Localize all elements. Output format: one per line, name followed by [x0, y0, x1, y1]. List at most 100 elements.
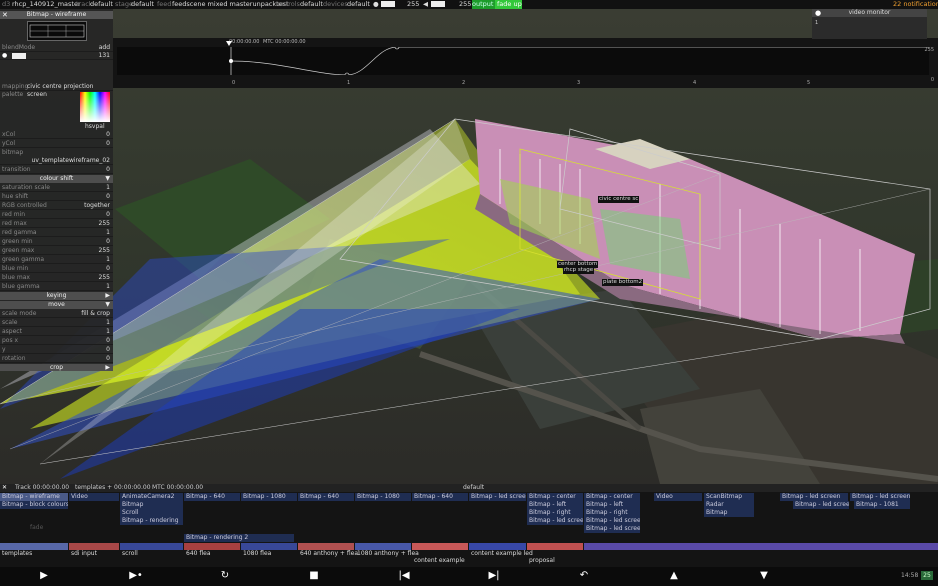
fade-up-button[interactable]: fade up — [495, 0, 522, 9]
devices-value[interactable]: default — [347, 0, 370, 9]
label-rhcp-stage[interactable]: rhcp stage — [563, 267, 595, 274]
clip[interactable]: AnimateCamera2 — [120, 493, 183, 501]
clip[interactable]: Bitmap - right — [584, 509, 640, 517]
clip[interactable]: Bitmap - 1080 — [241, 493, 297, 501]
bulb-icon: ● — [2, 52, 8, 59]
brightness-swatch[interactable] — [381, 1, 395, 7]
param-row[interactable]: hue shift 0 — [0, 193, 113, 201]
clip[interactable]: Bitmap - right — [527, 509, 583, 517]
clip[interactable]: Bitmap - left — [584, 501, 640, 509]
clip[interactable]: Bitmap - block colours — [0, 501, 68, 509]
transition-row[interactable]: transition 0 — [0, 166, 113, 174]
clip[interactable]: Bitmap — [704, 509, 754, 517]
video-monitor[interactable]: video monitor ● 1 — [812, 9, 927, 39]
clip[interactable]: Video — [654, 493, 702, 501]
clip[interactable]: Bitmap - led screen — [793, 501, 849, 509]
palette-swatch[interactable] — [80, 92, 110, 122]
clip[interactable]: Scroll — [120, 509, 183, 517]
param-row[interactable]: pos x0 — [0, 337, 113, 345]
param-row[interactable]: saturation scale 1 — [0, 184, 113, 192]
clip[interactable]: fade — [28, 524, 58, 532]
stop-icon[interactable]: ■ — [308, 570, 320, 582]
play-icon[interactable]: ▶ — [38, 570, 50, 582]
brightness-row[interactable]: ● 131 — [0, 52, 113, 60]
clip[interactable]: Bitmap - led screen — [469, 493, 526, 501]
bitmap-row[interactable]: uv_templatewireframe_02 — [0, 157, 113, 165]
label-plate-bottom2[interactable]: plate bottom2 — [602, 279, 644, 286]
clip[interactable]: Radar — [704, 501, 754, 509]
feed-value[interactable]: feedscene mixed masterunpacktest — [172, 0, 289, 9]
skip-forward-icon[interactable]: ▶| — [487, 570, 501, 582]
clip[interactable]: Bitmap - 1080 — [355, 493, 411, 501]
clip[interactable]: Bitmap - 1081 — [854, 501, 910, 509]
param-row[interactable]: aspect 1 — [0, 328, 113, 336]
clip[interactable]: ScanBitmap — [704, 493, 754, 501]
clip[interactable]: Bitmap - led screen — [584, 517, 640, 525]
stage-value[interactable]: default — [131, 0, 154, 9]
param-row[interactable]: red gamma 1 — [0, 229, 113, 237]
clip[interactable]: Bitmap - led screen — [584, 525, 640, 533]
crop-section[interactable]: crop ▶ — [0, 364, 113, 371]
label-civic-centre[interactable]: civic centre sc — [598, 196, 640, 203]
param-row[interactable]: green min 0 — [0, 238, 113, 246]
video-monitor-title: video monitor — [812, 9, 927, 17]
output-button[interactable]: output — [472, 0, 495, 9]
clip[interactable]: Bitmap - 640 — [412, 493, 468, 501]
project-name[interactable]: rhcp_140912_master — [12, 0, 81, 9]
clip[interactable]: Bitmap - led screen — [850, 493, 910, 501]
param-row[interactable]: red min 0 — [0, 211, 113, 219]
skip-back-icon[interactable]: |◀ — [397, 570, 411, 582]
track-value[interactable]: default — [90, 0, 113, 9]
close-icon[interactable]: ✕ — [2, 484, 7, 492]
clip[interactable]: Bitmap - led screen — [527, 517, 583, 525]
clip[interactable]: Bitmap - 640 — [298, 493, 354, 501]
clip[interactable]: Bitmap - rendering 2 — [184, 534, 294, 542]
loop-icon[interactable]: ↻ — [217, 570, 233, 582]
play-section-icon[interactable]: ▶• — [128, 570, 144, 582]
param-row[interactable]: red max 255 — [0, 220, 113, 228]
param-row[interactable]: blue max 255 — [0, 274, 113, 282]
param-row[interactable]: blue min 0 — [0, 265, 113, 273]
playhead-marker[interactable] — [226, 41, 232, 46]
up-arrow-icon[interactable]: ▲ — [668, 570, 680, 582]
clip[interactable]: Bitmap - center — [584, 493, 640, 501]
param-row[interactable]: green max 255 — [0, 247, 113, 255]
param-row[interactable]: RGB controlled together — [0, 202, 113, 210]
param-row[interactable]: blue gamma 1 — [0, 283, 113, 291]
param-row[interactable]: scale 1 — [0, 319, 113, 327]
clip[interactable]: Bitmap - 640 — [184, 493, 240, 501]
colour-shift-section[interactable]: colour shift ▼ — [0, 175, 113, 183]
undo-icon[interactable]: ↶ — [578, 570, 590, 582]
section-lane[interactable] — [0, 543, 938, 550]
brightness-swatch[interactable] — [12, 53, 26, 59]
param-row[interactable]: rotation 0 — [0, 355, 113, 363]
notifications-indicator[interactable]: 22 notifications — [893, 0, 938, 9]
clip[interactable]: Bitmap - rendering — [120, 517, 183, 525]
move-section[interactable]: move ▼ — [0, 301, 113, 309]
close-icon[interactable]: ✕ — [2, 11, 8, 19]
curve-timecode: 00:00:00.00 — [229, 39, 260, 45]
clip[interactable]: Bitmap - left — [527, 501, 583, 509]
down-arrow-icon[interactable]: ▼ — [758, 570, 770, 582]
track-editor[interactable]: ✕ Track 00:00:00.00 templates + 00:00:00… — [0, 484, 938, 586]
clip[interactable]: Bitmap — [120, 501, 183, 509]
param-row[interactable]: green gamma 1 — [0, 256, 113, 264]
param-row[interactable]: y0 — [0, 346, 113, 354]
mapping-row[interactable]: mapping civic centre projection screen — [0, 83, 113, 98]
xcol-row[interactable]: xCol 0 — [0, 131, 113, 139]
clip[interactable]: Video — [69, 493, 119, 501]
track-mtc: MTC 00:00:00.00 — [152, 484, 204, 491]
clip[interactable]: Bitmap - wireframe — [0, 493, 68, 501]
tick-2: 2 — [462, 80, 466, 86]
ycol-row[interactable]: yCol 0 — [0, 140, 113, 148]
controls-value[interactable]: default — [300, 0, 323, 9]
clip[interactable]: Bitmap - led screen — [780, 493, 848, 501]
clip[interactable]: Bitmap - center — [527, 493, 583, 501]
curve-area[interactable] — [117, 44, 929, 78]
param-row[interactable]: scale mode fill & crop — [0, 310, 113, 318]
volume-swatch[interactable] — [431, 1, 445, 7]
blendmode-row[interactable]: blendMode add — [0, 44, 113, 52]
keying-section[interactable]: keying ▶ — [0, 292, 113, 300]
curve-editor[interactable]: 00:00:00.00 MTC 00:00:00.00 255 0 0 1 2 … — [113, 38, 938, 88]
close-icon[interactable]: ● — [815, 9, 821, 17]
